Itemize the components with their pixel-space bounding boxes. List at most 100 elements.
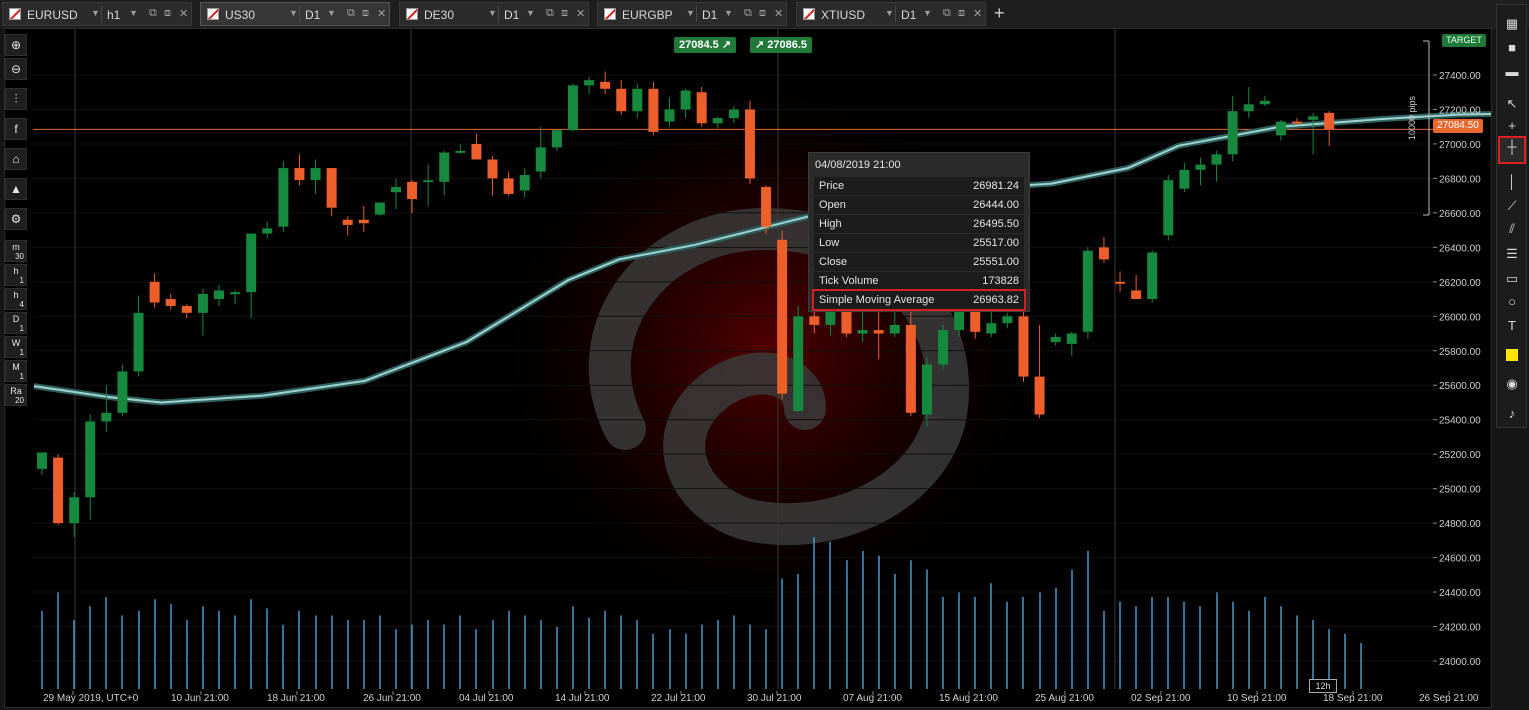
- candle-body: [889, 324, 900, 334]
- tab-eurgbp[interactable]: EURGBP ▼ D1 ▼ ⧉ ⧈ ✕: [597, 2, 787, 26]
- close-icon[interactable]: ✕: [179, 7, 188, 20]
- price-tick-label: 24200.00: [1439, 623, 1481, 634]
- symbol-dropdown-icon[interactable]: ▼: [91, 8, 100, 18]
- candle-body: [1211, 154, 1222, 165]
- candle: [1275, 119, 1286, 141]
- price-tick-label: 27200.00: [1439, 105, 1481, 116]
- rectangle-button[interactable]: ▭: [1501, 268, 1523, 290]
- candle: [1308, 112, 1319, 155]
- crosshair-data-button[interactable]: ┼: [1498, 136, 1526, 164]
- duplicate-icon[interactable]: ⧈: [759, 7, 766, 20]
- timeframe-d1-button[interactable]: D1: [5, 312, 27, 334]
- duplicate-icon[interactable]: ⧈: [958, 7, 965, 20]
- close-icon[interactable]: ✕: [377, 7, 386, 20]
- vertical-line-button[interactable]: │: [1501, 171, 1523, 193]
- single-chart-button[interactable]: ■: [1501, 37, 1523, 59]
- tab-timeframe[interactable]: D1: [504, 8, 519, 22]
- timeframe-h1-button[interactable]: h1: [5, 264, 27, 286]
- candle-body: [567, 85, 578, 131]
- duplicate-icon[interactable]: ⧈: [164, 7, 171, 20]
- channel-button[interactable]: ⫽: [1501, 218, 1523, 240]
- text-tool-button[interactable]: T: [1501, 315, 1523, 337]
- tab-de30[interactable]: DE30 ▼ D1 ▼ ⧉ ⧈ ✕: [399, 2, 589, 26]
- detach-icon[interactable]: ⧉: [744, 7, 752, 20]
- symbol-dropdown-icon[interactable]: ▼: [686, 8, 695, 18]
- zoom-out-button[interactable]: ⊖: [5, 58, 27, 80]
- tooltip-timestamp: 04/08/2019 21:00: [815, 159, 901, 171]
- candle: [1195, 157, 1206, 186]
- chart-type-button[interactable]: ⫶: [5, 88, 27, 110]
- detach-icon[interactable]: ⧉: [347, 7, 355, 20]
- alert-button[interactable]: ♪: [1501, 403, 1523, 425]
- timeframe-m1-button[interactable]: M1: [5, 360, 27, 382]
- symbol-dropdown-icon[interactable]: ▼: [488, 8, 497, 18]
- timeframe-dropdown-icon[interactable]: ▼: [923, 8, 932, 18]
- symbol-dropdown-icon[interactable]: ▼: [885, 8, 894, 18]
- fibonacci-fan-button[interactable]: ⟋: [1501, 195, 1523, 217]
- split-layout-button[interactable]: ▬: [1501, 61, 1523, 83]
- timeframe-dropdown-icon[interactable]: ▼: [327, 8, 336, 18]
- candle-body: [85, 421, 96, 498]
- screenshot-button[interactable]: ◉: [1501, 373, 1523, 395]
- bid-price-pill[interactable]: 27084.5 ↗: [674, 37, 737, 53]
- timeframe-dropdown-icon[interactable]: ▼: [724, 8, 733, 18]
- candle-body: [197, 293, 208, 313]
- timeframe-ra20-button[interactable]: Ra 20: [5, 384, 27, 406]
- crosshair-button[interactable]: +: [1501, 115, 1523, 137]
- candle: [487, 156, 498, 196]
- candle: [1211, 150, 1222, 182]
- fibonacci-levels-button[interactable]: ☰: [1501, 243, 1523, 265]
- candle-body: [133, 312, 144, 372]
- duplicate-icon[interactable]: ⧈: [362, 7, 369, 20]
- timeframe-m30-button[interactable]: m 30: [5, 240, 27, 262]
- tab-timeframe[interactable]: D1: [901, 8, 916, 22]
- settings-button[interactable]: ⚙: [5, 208, 27, 230]
- pointer-button[interactable]: ↖: [1501, 93, 1523, 115]
- price-axis[interactable]: 24000.00 24200.00 24400.00 24600.00 24800.00…: [1433, 71, 1481, 668]
- ellipse-button[interactable]: ○: [1501, 291, 1523, 313]
- candle-body: [728, 109, 739, 119]
- tab-timeframe[interactable]: D1: [702, 8, 717, 22]
- tab-xtiusd[interactable]: XTIUSD ▼ D1 ▼ ⧉ ⧈ ✕: [796, 2, 986, 26]
- tab-us30[interactable]: US30 ▼ D1 ▼ ⧉ ⧈ ✕: [200, 2, 390, 26]
- timeframe-h4-button[interactable]: h4: [5, 288, 27, 310]
- candle: [407, 180, 418, 213]
- ask-price-pill[interactable]: ↗ 27086.5: [750, 37, 813, 53]
- timeframe-w1-button[interactable]: W1: [5, 336, 27, 358]
- candle: [1163, 174, 1174, 241]
- candle-body: [294, 168, 305, 181]
- time-tick-label: 26 Jun 21:00: [363, 693, 421, 704]
- candle-body: [423, 180, 434, 183]
- symbol-dropdown-icon[interactable]: ▼: [289, 8, 298, 18]
- add-tab-icon[interactable]: +: [994, 3, 1005, 24]
- duplicate-icon[interactable]: ⧈: [561, 7, 568, 20]
- price-tick-label: 25200.00: [1439, 450, 1481, 461]
- timeframe-dropdown-icon[interactable]: ▼: [526, 8, 535, 18]
- layout-grid-button[interactable]: ▦: [1501, 13, 1523, 35]
- detach-icon[interactable]: ⧉: [149, 7, 157, 20]
- timeframe-dropdown-icon[interactable]: ▼: [129, 8, 138, 18]
- link-button[interactable]: ⌂: [5, 148, 27, 170]
- time-axis[interactable]: 29 May 2019, UTC+0 10 Jun 21:00 18 Jun 21:…: [43, 691, 1479, 704]
- color-swatch[interactable]: [1506, 349, 1518, 361]
- detach-icon[interactable]: ⧉: [943, 7, 951, 20]
- zoom-in-button[interactable]: ⊕: [5, 34, 27, 56]
- close-icon[interactable]: ✕: [973, 7, 982, 20]
- facebook-button[interactable]: f: [5, 118, 27, 140]
- close-icon[interactable]: ✕: [774, 7, 783, 20]
- tab-symbol: DE30: [424, 8, 455, 22]
- candle: [390, 178, 401, 210]
- tab-eurusd[interactable]: EURUSD ▼ h1 ▼ ⧉ ⧈ ✕: [2, 2, 192, 26]
- candle: [1259, 95, 1270, 107]
- text-icon: T: [1508, 318, 1516, 333]
- chart-area[interactable]: 24000.00 24200.00 24400.00 24600.00 24800.00…: [4, 28, 1492, 708]
- tab-timeframe[interactable]: h1: [107, 8, 120, 22]
- candlestick-chart[interactable]: 24000.00 24200.00 24400.00 24600.00 24800.00…: [5, 29, 1491, 707]
- indicators-button[interactable]: ▲: [5, 178, 27, 200]
- close-icon[interactable]: ✕: [576, 7, 585, 20]
- detach-icon[interactable]: ⧉: [546, 7, 554, 20]
- target-badge[interactable]: TARGET: [1442, 34, 1486, 47]
- candle: [69, 492, 80, 537]
- tab-timeframe[interactable]: D1: [305, 8, 320, 22]
- candle-body: [1115, 281, 1126, 284]
